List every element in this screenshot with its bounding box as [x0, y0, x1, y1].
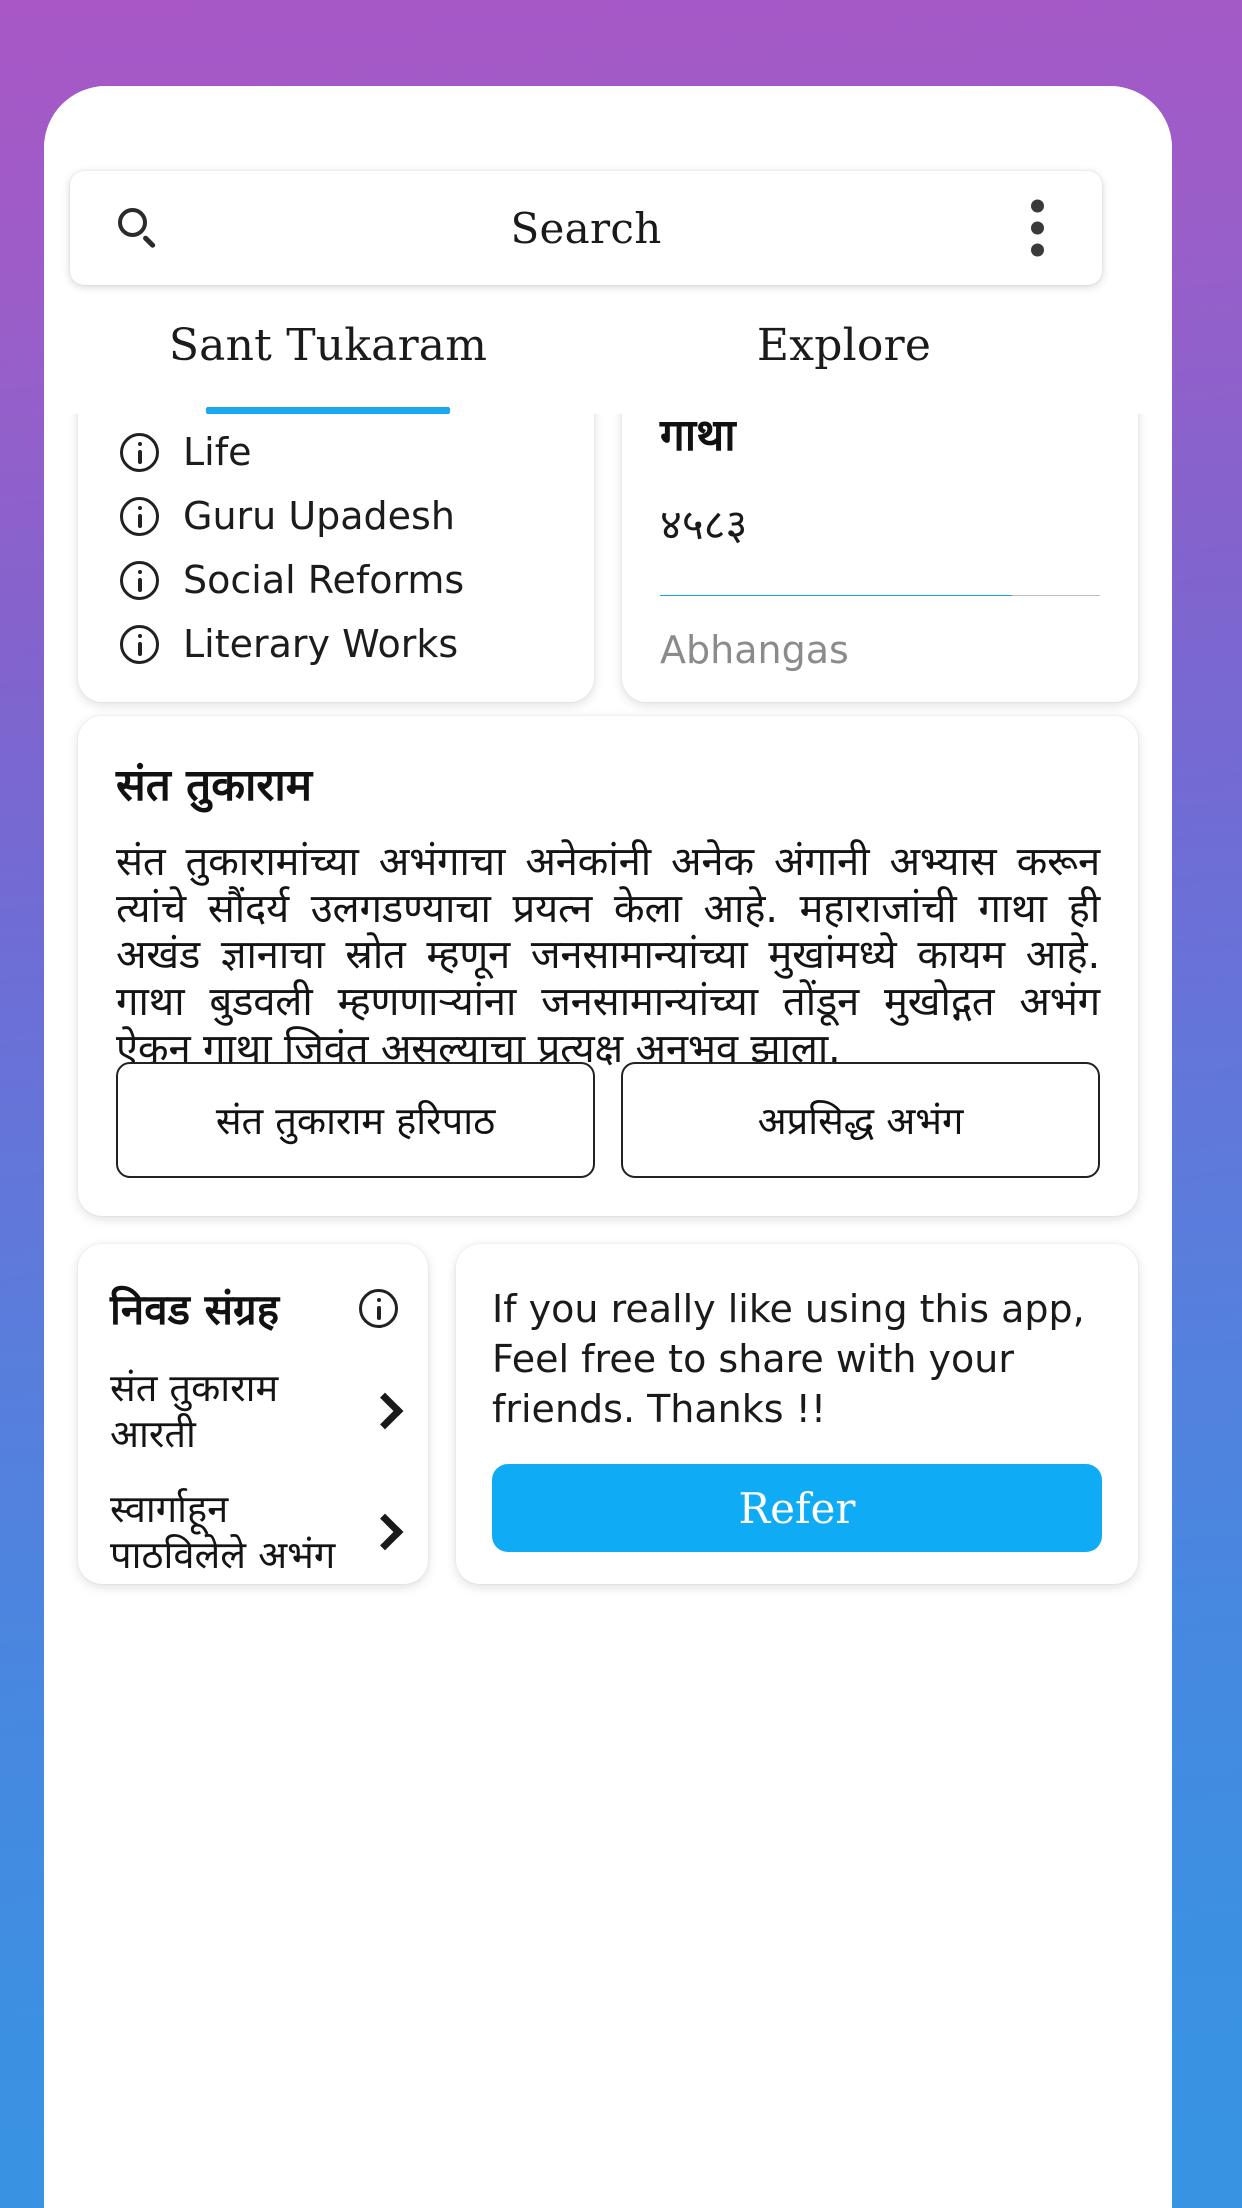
collection-row-label: संत तुकाराम आरती	[110, 1366, 279, 1457]
page-title: संत तुकाराम	[116, 760, 313, 811]
top-card-row: Life Guru Upadesh Social Reforms Literar…	[78, 414, 1138, 702]
haripath-button[interactable]: संत तुकाराम हरिपाठ	[116, 1062, 595, 1178]
topic-item-life[interactable]: Life	[78, 420, 594, 484]
bottom-card-row: निवड संग्रह संत तुकाराम आरती स्वार्गाहून…	[78, 1244, 1138, 1584]
topic-label: Literary Works	[183, 622, 459, 666]
topics-card: Life Guru Upadesh Social Reforms Literar…	[78, 414, 594, 702]
tab-sant-tukaram-label: Sant Tukaram	[168, 320, 488, 371]
topic-label: Life	[183, 430, 252, 474]
info-icon	[120, 432, 159, 472]
topic-item-guru-upadesh[interactable]: Guru Upadesh	[78, 484, 594, 548]
collection-row-label: स्वार्गाहून पाठविलेले अभंग	[110, 1486, 336, 1578]
chevron-right-icon	[366, 1513, 404, 1551]
collection-row-aarti[interactable]: संत तुकाराम आरती	[110, 1365, 404, 1458]
gatha-subtitle: Abhangas	[660, 628, 849, 672]
chevron-right-icon	[366, 1392, 404, 1430]
search-icon[interactable]	[116, 206, 160, 250]
collection-row-swargahun[interactable]: स्वार्गाहून पाठविलेले अभंग	[110, 1486, 404, 1579]
gatha-title: गाथा	[660, 414, 736, 461]
search-bar[interactable]: Search	[70, 171, 1102, 285]
tab-explore[interactable]: Explore	[586, 314, 1102, 414]
tab-bar: Sant Tukaram Explore	[70, 314, 1102, 414]
topic-label: Social Reforms	[183, 558, 465, 602]
phone-frame: Search Sant Tukaram Explore Life Guru Up…	[44, 86, 1172, 2208]
topic-item-literary-works[interactable]: Literary Works	[78, 612, 594, 676]
info-icon[interactable]	[359, 1289, 398, 1328]
content-scroll-area[interactable]: Life Guru Upadesh Social Reforms Literar…	[44, 414, 1172, 2208]
tab-sant-tukaram[interactable]: Sant Tukaram	[70, 314, 586, 414]
tab-explore-label: Explore	[756, 320, 932, 371]
info-icon	[120, 624, 159, 664]
collection-header: निवड संग्रह	[110, 1280, 398, 1337]
tab-active-indicator	[206, 407, 450, 414]
main-card-actions: संत तुकाराम हरिपाठ अप्रसिद्ध अभंग	[116, 1062, 1100, 1178]
sant-tukaram-info-card: संत तुकाराम संत तुकारामांच्या अभंगाचा अन…	[78, 716, 1138, 1216]
refer-message: If you really like using this app, Feel …	[492, 1287, 1085, 1432]
collection-title: निवड संग्रह	[110, 1285, 280, 1334]
sant-tukaram-description: संत तुकारामांच्या अभंगाचा अनेकांनी अनेक …	[116, 838, 1100, 1072]
app-screen: Search Sant Tukaram Explore Life Guru Up…	[44, 86, 1172, 2208]
gatha-progress-bar	[660, 594, 1100, 596]
info-icon	[120, 560, 159, 600]
refer-card: If you really like using this app, Feel …	[456, 1244, 1138, 1584]
gatha-card[interactable]: गाथा ४५८३ Abhangas	[622, 414, 1138, 702]
topic-label: Guru Upadesh	[183, 494, 455, 538]
more-vert-icon[interactable]	[1025, 194, 1050, 263]
info-icon	[120, 496, 159, 536]
refer-button[interactable]: Refer	[492, 1464, 1102, 1552]
topic-item-social-reforms[interactable]: Social Reforms	[78, 548, 594, 612]
gatha-progress-fill	[660, 594, 1012, 596]
aprasiddh-abhang-button[interactable]: अप्रसिद्ध अभंग	[621, 1062, 1100, 1178]
collection-card: निवड संग्रह संत तुकाराम आरती स्वार्गाहून…	[78, 1244, 428, 1584]
gatha-count: ४५८३	[660, 500, 748, 550]
search-input[interactable]: Search	[70, 204, 1102, 253]
